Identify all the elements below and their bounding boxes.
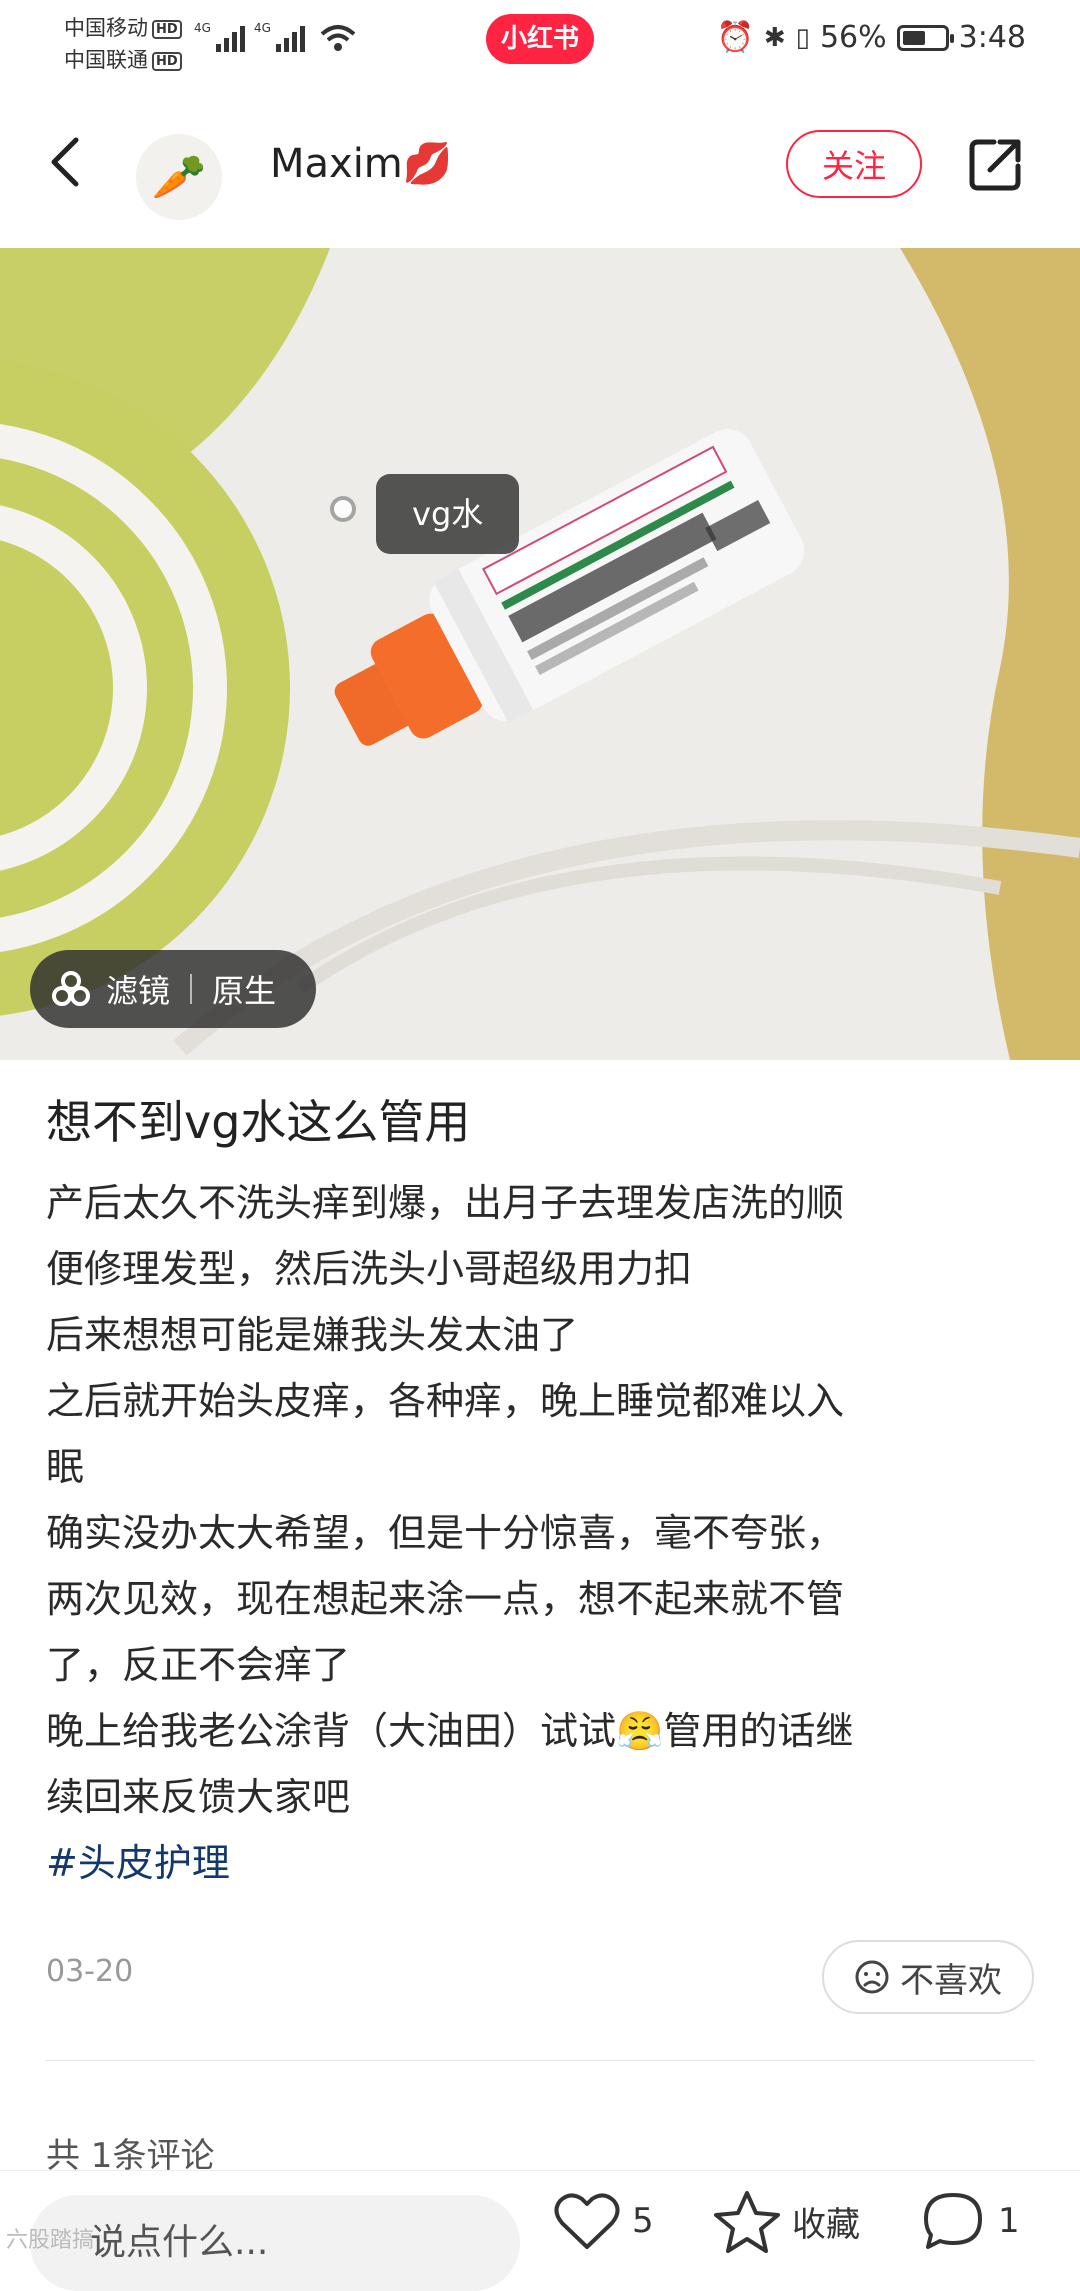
post-content: 产后太久不洗头痒到爆，出月子去理发店洗的顺 便修理发型，然后洗头小哥超级用力扣 … [46,1170,1046,1896]
filter-value: 原生 [212,972,277,1010]
avatar[interactable]: 🥕 [136,134,222,220]
post-date: 03-20 [46,1954,134,1989]
battery-icon [896,24,954,51]
post-photo[interactable]: vg水 滤镜 原生 [0,248,1080,1060]
content-line: 确实没办太大希望，但是十分惊喜，毫不夸张， [46,1511,845,1555]
bluetooth-icon: ✱ [763,22,786,53]
dislike-button[interactable]: 不喜欢 [822,1940,1034,2014]
content-line: 便修理发型，然后洗头小哥超级用力扣 [46,1247,693,1291]
battery-percent: 56% [819,20,887,55]
svg-text:4G: 4G [254,21,271,35]
bottom-bar: 说点什么... 5 收藏 1 [0,2170,1080,2291]
content-line: 眠 [46,1445,85,1489]
clock: 3:48 [958,20,1026,55]
status-bar: 中国移动 HD 中国联通 HD 4G 4G 小红书 ⏰ ✱ ▯ 56% 3:48 [0,0,1080,84]
follow-button[interactable]: 关注 [786,130,922,198]
product-photo [0,248,1080,1060]
comment-input[interactable]: 说点什么... [30,2195,520,2291]
back-icon[interactable] [36,130,100,194]
dislike-label: 不喜欢 [900,1960,1002,2001]
status-right: ⏰ ✱ ▯ 56% 3:48 [716,20,1026,55]
content-line: 晚上给我老公涂背（大油田）试试😤管用的话继 [46,1709,854,1753]
collect-label: 收藏 [792,2204,860,2245]
signal-icon: 4G [194,21,245,52]
filter-chip[interactable]: 滤镜 原生 [30,950,317,1028]
heart-icon [554,2193,620,2249]
vibrate-icon: ▯ [795,22,810,53]
post-title: 想不到vg水这么管用 [46,1095,471,1149]
content-line: 之后就开始头皮痒，各种痒，晚上睡觉都难以入 [46,1379,845,1423]
watermark: 六股踏搞 [6,2228,95,2253]
app-badge: 小红书 [486,14,594,64]
like-count: 5 [632,2201,654,2241]
content-line: 后来想想可能是嫌我头发太油了 [46,1313,579,1357]
carrier-2: 中国联通 HD [64,44,182,74]
content-line: 两次见效，现在想起来涂一点，想不起来就不管 [46,1577,845,1621]
divider [46,2060,1034,2061]
signal-icon-2: 4G [254,21,305,52]
comment-button[interactable]: 1 [918,2189,1020,2253]
comment-bubble-icon [924,2193,982,2249]
product-tag[interactable]: vg水 [376,474,520,554]
content-line: 了，反正不会痒了 [46,1643,351,1687]
author-name[interactable]: Maxim💋 [270,140,453,187]
svg-text:4G: 4G [194,21,211,35]
comment-count-badge: 1 [998,2201,1020,2241]
like-button[interactable]: 5 [552,2189,654,2253]
content-line: 续回来反馈大家吧 [46,1775,351,1819]
wifi-icon [320,25,356,51]
filter-label: 滤镜 [106,972,171,1010]
star-icon [714,2191,780,2253]
tag-dot [330,496,356,522]
post-header: 🥕 Maxim💋 关注 [0,100,1080,230]
content-line: 产后太久不洗头痒到爆，出月子去理发店洗的顺 [46,1181,845,1225]
share-icon[interactable] [966,134,1026,194]
filter-icon [52,971,90,1006]
alarm-icon: ⏰ [716,20,754,55]
collect-button[interactable]: 收藏 [712,2189,860,2253]
sad-face-icon [855,1960,889,1994]
carrier-1: 中国移动 HD [64,12,182,42]
hashtag-link[interactable]: #头皮护理 [46,1830,1046,1896]
filter-divider [190,974,193,1004]
